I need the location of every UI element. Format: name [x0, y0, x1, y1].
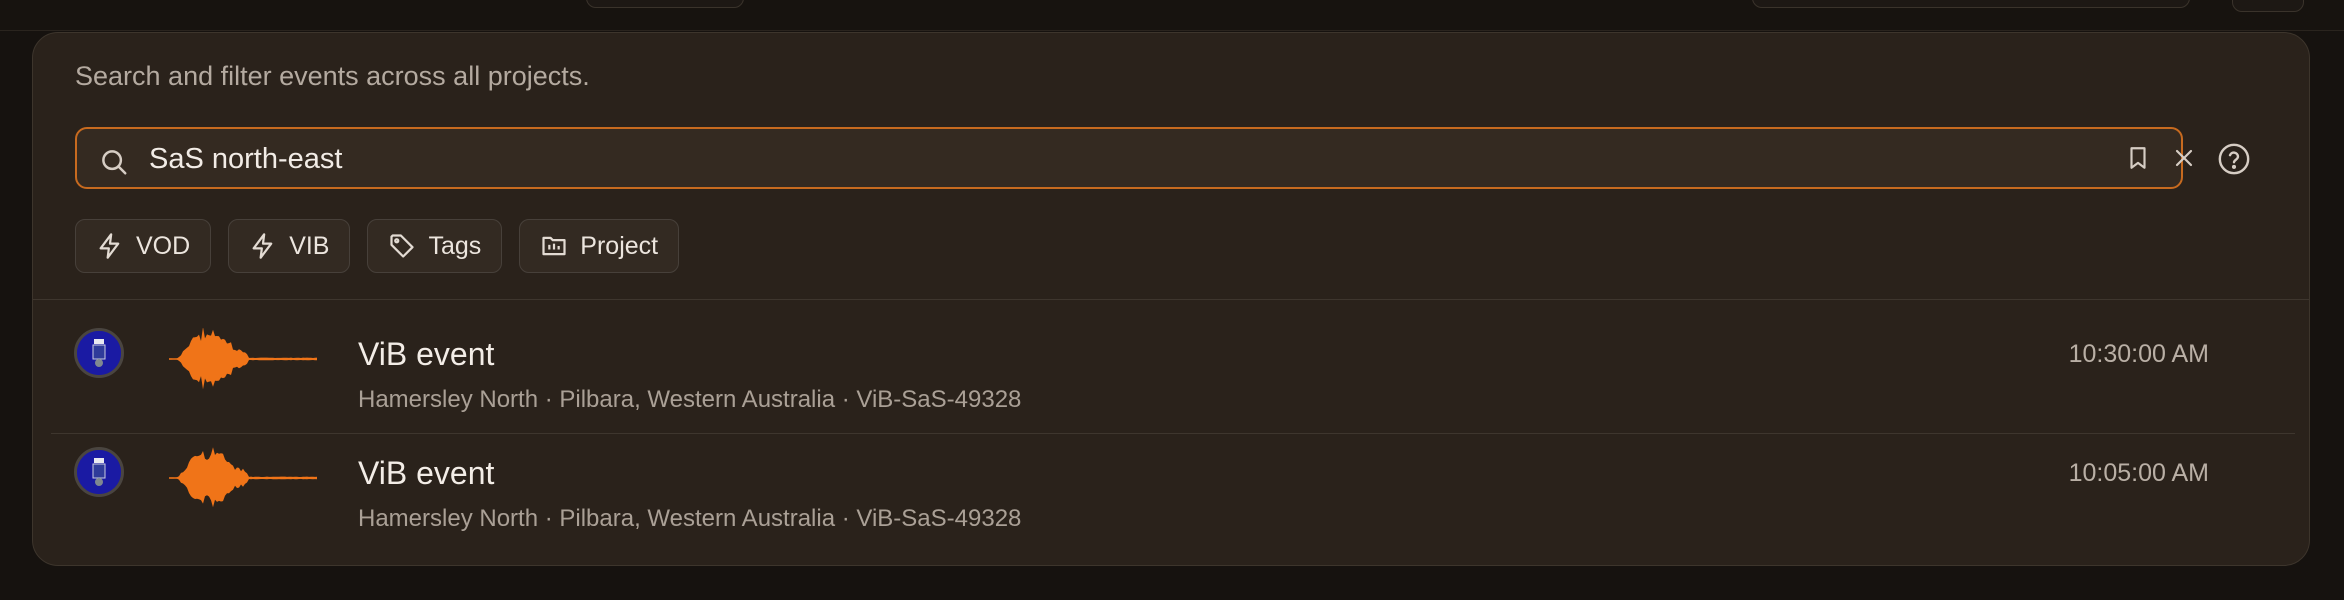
- filter-chip-label: VIB: [289, 231, 330, 260]
- waveform-icon: [169, 328, 317, 390]
- filter-chip-label: Project: [580, 231, 659, 260]
- project-avatar: [74, 328, 124, 378]
- filter-chips: VOD VIB Tags Project: [75, 219, 680, 273]
- filter-chip-project[interactable]: Project: [519, 219, 680, 273]
- search-input[interactable]: [149, 137, 1949, 181]
- filter-chip-tags[interactable]: Tags: [367, 219, 503, 273]
- event-time: 10:05:00 AM: [2068, 459, 2209, 487]
- help-button[interactable]: [2217, 142, 2251, 176]
- background-search-field: [1752, 0, 2190, 8]
- badge-icon: [77, 331, 121, 375]
- event-title: ViB event: [358, 455, 495, 491]
- project-avatar: [74, 447, 124, 497]
- event-subtitle: Hamersley North · Pilbara, Western Austr…: [358, 505, 1022, 532]
- event-subtitle: Hamersley North · Pilbara, Western Austr…: [358, 386, 1022, 413]
- result-row[interactable]: ViB event Hamersley North · Pilbara, Wes…: [33, 300, 2309, 418]
- background-user-button: [2232, 0, 2304, 12]
- search-panel: Search and filter events across all proj…: [32, 32, 2310, 566]
- lightning-icon: [99, 233, 120, 259]
- badge-icon: [77, 450, 121, 494]
- tag-icon: [390, 234, 415, 258]
- result-row[interactable]: ViB event Hamersley North · Pilbara, Wes…: [33, 419, 2309, 537]
- close-icon: [2175, 149, 2193, 167]
- waveform-icon: [169, 447, 317, 508]
- search-icon: [102, 150, 127, 175]
- event-title: ViB event: [358, 336, 495, 372]
- help-icon: [2218, 143, 2250, 175]
- lightning-icon: [252, 233, 273, 259]
- filter-chip-label: VOD: [136, 231, 191, 260]
- clear-search-button[interactable]: [2169, 143, 2199, 173]
- filter-chip-vib[interactable]: VIB: [228, 219, 351, 273]
- event-time: 10:30:00 AM: [2068, 340, 2209, 368]
- save-search-button[interactable]: [2123, 143, 2153, 173]
- panel-description: Search and filter events across all proj…: [75, 61, 590, 91]
- search-box[interactable]: [75, 127, 2193, 189]
- bookmark-icon: [2130, 147, 2146, 169]
- background-nav-button: [586, 0, 744, 8]
- filter-chip-vod[interactable]: VOD: [75, 219, 212, 273]
- filter-chip-label: Tags: [428, 231, 482, 260]
- folder-icon: [542, 236, 566, 256]
